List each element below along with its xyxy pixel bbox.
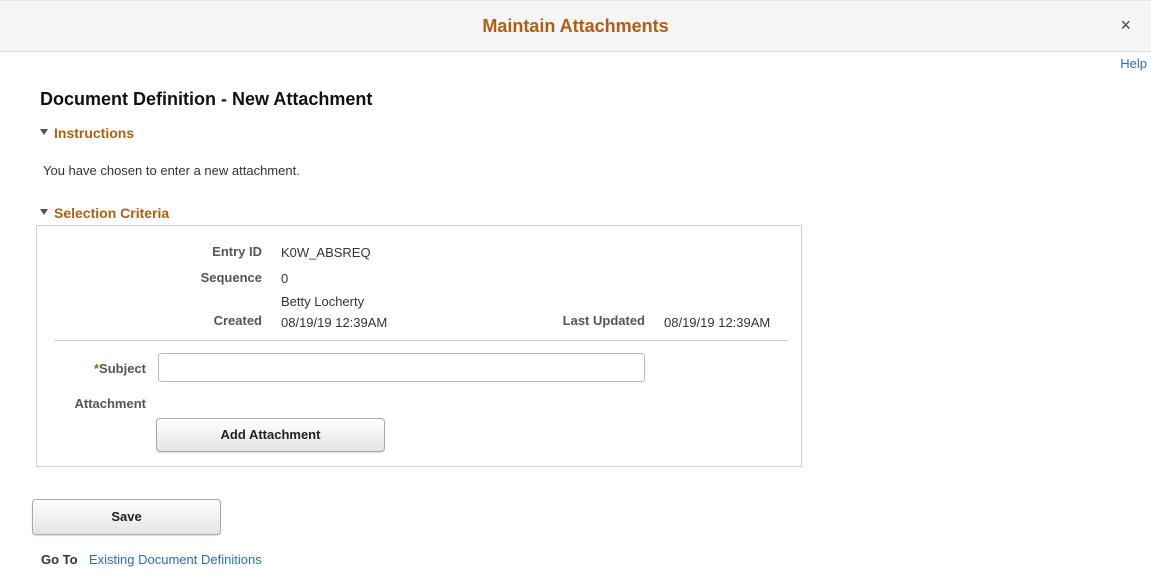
selection-criteria-heading: Selection Criteria xyxy=(54,205,170,221)
subject-label-text: Subject xyxy=(99,361,146,376)
instructions-text: You have chosen to enter a new attachmen… xyxy=(43,163,300,178)
goto-label: Go To xyxy=(41,552,78,567)
save-button[interactable]: Save xyxy=(32,499,221,535)
subject-label: *Subject xyxy=(60,361,146,376)
created-label: Created xyxy=(213,313,262,328)
created-by-value: Betty Locherty xyxy=(281,294,365,309)
criteria-divider xyxy=(54,340,788,341)
selection-criteria-box xyxy=(36,225,802,467)
existing-document-definitions-link[interactable]: Existing Document Definitions xyxy=(89,552,262,567)
add-attachment-button[interactable]: Add Attachment xyxy=(156,418,385,452)
page-title: Document Definition - New Attachment xyxy=(40,89,373,109)
selection-criteria-toggle[interactable]: Selection Criteria xyxy=(40,205,169,221)
collapse-triangle-icon xyxy=(40,209,48,216)
collapse-triangle-icon xyxy=(40,129,48,136)
modal-title: Maintain Attachments xyxy=(482,16,669,36)
help-link[interactable]: Help xyxy=(1120,56,1147,71)
attachment-label: Attachment xyxy=(74,396,146,411)
created-value: 08/19/19 12:39AM xyxy=(281,315,388,330)
close-icon[interactable]: × xyxy=(1120,15,1131,35)
entry-id-label: Entry ID xyxy=(212,244,262,259)
entry-id-value: K0W_ABSREQ xyxy=(281,245,371,260)
modal-header: Maintain Attachments × xyxy=(0,0,1151,52)
last-updated-value: 08/19/19 12:39AM xyxy=(664,315,771,330)
last-updated-label: Last Updated xyxy=(562,313,645,328)
sequence-label: Sequence xyxy=(200,270,262,285)
sequence-value: 0 xyxy=(281,271,289,286)
subject-input[interactable] xyxy=(158,353,645,382)
instructions-toggle[interactable]: Instructions xyxy=(40,125,134,141)
instructions-heading: Instructions xyxy=(54,125,135,141)
